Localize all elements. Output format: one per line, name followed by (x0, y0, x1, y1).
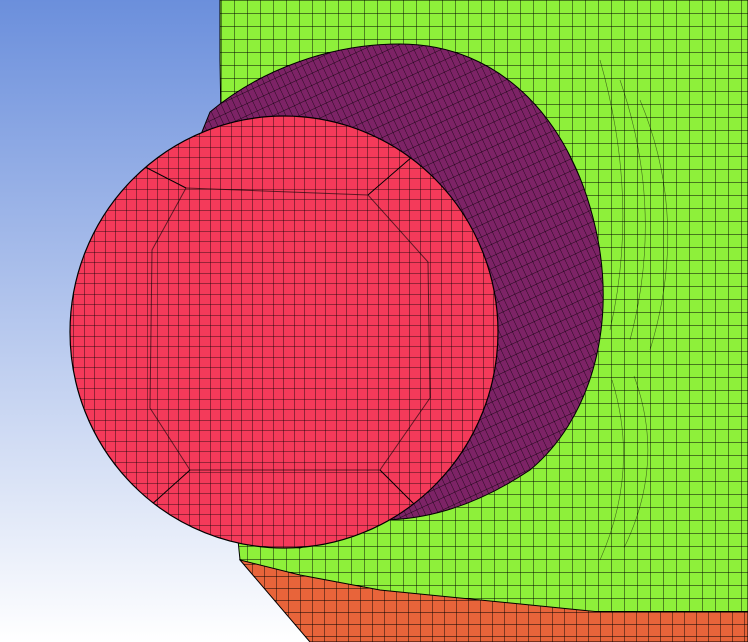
mesh-canvas[interactable] (0, 0, 748, 642)
nozzle-face-surface[interactable] (69, 115, 499, 549)
graphics-viewport[interactable] (0, 0, 748, 642)
